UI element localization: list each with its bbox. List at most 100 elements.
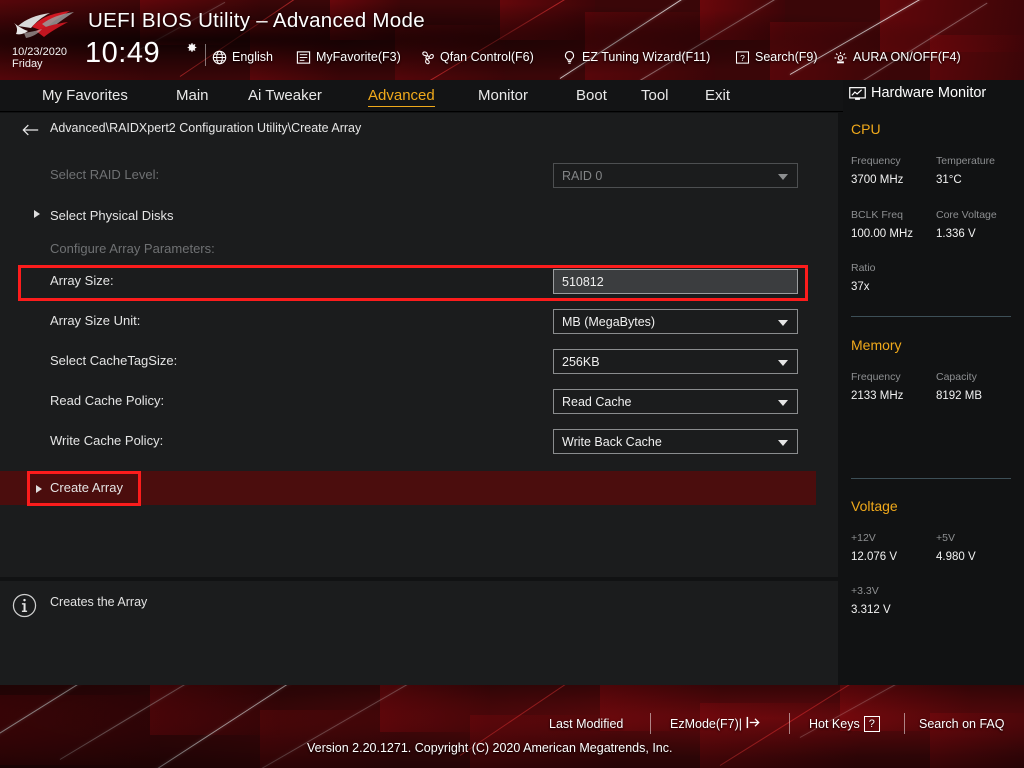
hw-value-12v: 12.076 V [851, 551, 897, 563]
row-select-cachetagsize[interactable]: Select CacheTagSize: 256KB [0, 344, 838, 380]
footer-label: Hot Keys [809, 717, 860, 731]
array-size-unit-dropdown[interactable]: MB (MegaBytes) [553, 309, 798, 334]
exit-arrow-icon [746, 716, 761, 732]
footer-search-on-faq[interactable]: Search on FAQ [919, 714, 1004, 734]
footer-ezmode[interactable]: EzMode(F7)| [670, 714, 761, 734]
row-label: Configure Array Parameters: [50, 241, 215, 256]
select-raid-level-dropdown[interactable]: RAID 0 [553, 163, 798, 188]
hw-key-core-voltage: Core Voltage [936, 209, 997, 221]
hw-key-5v: +5V [936, 532, 955, 544]
dropdown-value: Write Back Cache [562, 435, 662, 449]
tab-exit[interactable]: Exit [705, 80, 730, 112]
dropdown-value: MB (MegaBytes) [562, 315, 655, 329]
back-arrow-icon[interactable] [22, 122, 40, 138]
hw-key-mem-capacity: Capacity [936, 371, 977, 383]
date-display: 10/23/2020 Friday [12, 46, 67, 70]
row-label: Array Size Unit: [50, 313, 140, 328]
hw-key-mem-frequency: Frequency [851, 371, 901, 383]
hw-value-mem-capacity: 8192 MB [936, 390, 982, 402]
row-label: Select Physical Disks [50, 208, 174, 223]
tab-tool[interactable]: Tool [641, 80, 669, 112]
hardware-monitor-title: Hardware Monitor [849, 85, 986, 101]
help-panel: Creates the Array [0, 581, 838, 685]
tab-advanced[interactable]: Advanced [368, 80, 435, 112]
header-bar: UEFI BIOS Utility – Advanced Mode 10/23/… [0, 0, 1024, 80]
hardware-monitor-title-text: Hardware Monitor [871, 85, 986, 101]
hw-key-cpu-temperature: Temperature [936, 155, 995, 167]
dropdown-value: RAID 0 [562, 169, 602, 183]
chevron-down-icon [778, 400, 788, 406]
rog-logo [12, 10, 78, 40]
hw-section-cpu: CPU [851, 121, 881, 137]
array-size-input[interactable]: 510812 [553, 269, 798, 294]
row-create-array[interactable]: Create Array [0, 471, 838, 505]
header-item-search[interactable]: ? Search(F9) [735, 47, 818, 67]
header-item-english[interactable]: English [212, 47, 273, 67]
row-write-cache-policy[interactable]: Write Cache Policy: Write Back Cache [0, 424, 838, 460]
header-item-label: Search(F9) [755, 50, 818, 64]
row-array-size[interactable]: Array Size: 510812 [0, 264, 838, 300]
tab-main[interactable]: Main [176, 80, 209, 112]
date-text: 10/23/2020 [12, 46, 67, 58]
chevron-down-icon [778, 320, 788, 326]
version-text: Version 2.20.1271. Copyright (C) 2020 Am… [307, 741, 672, 755]
footer-divider [650, 713, 651, 734]
list-icon [296, 50, 311, 65]
breadcrumb-path: Advanced\RAIDXpert2 Configuration Utilit… [50, 121, 361, 135]
tab-monitor[interactable]: Monitor [478, 80, 528, 112]
breadcrumb: Advanced\RAIDXpert2 Configuration Utilit… [0, 113, 838, 147]
help-text: Creates the Array [50, 595, 147, 609]
bios-screen: UEFI BIOS Utility – Advanced Mode 10/23/… [0, 0, 1024, 768]
globe-icon [212, 50, 227, 65]
info-icon [12, 593, 37, 618]
read-cache-policy-dropdown[interactable]: Read Cache [553, 389, 798, 414]
footer-divider [789, 713, 790, 734]
svg-text:?: ? [740, 52, 745, 62]
header-item-aura[interactable]: AURA ON/OFF(F4) [833, 47, 961, 67]
footer-label: Search on FAQ [919, 717, 1004, 731]
hw-key-3-3v: +3.3V [851, 585, 879, 597]
tab-boot[interactable]: Boot [576, 80, 607, 112]
header-item-ez-tuning-wizard[interactable]: EZ Tuning Wizard(F11) [562, 47, 710, 67]
row-label: Select CacheTagSize: [50, 353, 177, 368]
weekday-text: Friday [12, 58, 67, 70]
hw-key-cpu-frequency: Frequency [851, 155, 901, 167]
footer-label: Last Modified [549, 717, 623, 731]
gear-icon[interactable] [185, 41, 198, 54]
header-item-label: MyFavorite(F3) [316, 50, 401, 64]
tab-ai-tweaker[interactable]: Ai Tweaker [248, 80, 322, 112]
hw-value-5v: 4.980 V [936, 551, 976, 563]
hw-divider [851, 316, 1011, 317]
hw-value-bclk-freq: 100.00 MHz [851, 228, 913, 240]
row-select-raid-level[interactable]: Select RAID Level: RAID 0 [0, 158, 838, 194]
write-cache-policy-dropdown[interactable]: Write Back Cache [553, 429, 798, 454]
header-item-qfan-control[interactable]: Qfan Control(F6) [420, 47, 534, 67]
dropdown-value: 256KB [562, 355, 600, 369]
clock-time: 10:49 [85, 38, 160, 68]
chevron-down-icon [778, 360, 788, 366]
dropdown-value: Read Cache [562, 395, 632, 409]
hw-key-ratio: Ratio [851, 262, 876, 274]
row-label: Read Cache Policy: [50, 393, 164, 408]
header-item-label: EZ Tuning Wizard(F11) [582, 50, 710, 64]
chevron-down-icon [778, 440, 788, 446]
row-label: Create Array [50, 480, 123, 495]
hw-value-cpu-frequency: 3700 MHz [851, 174, 903, 186]
cachetagsize-dropdown[interactable]: 256KB [553, 349, 798, 374]
row-configure-array-parameters: Configure Array Parameters: [0, 232, 838, 268]
row-array-size-unit[interactable]: Array Size Unit: MB (MegaBytes) [0, 304, 838, 340]
hw-value-mem-frequency: 2133 MHz [851, 390, 903, 402]
header-item-myfavorite[interactable]: MyFavorite(F3) [296, 47, 401, 67]
footer-last-modified[interactable]: Last Modified [549, 714, 623, 734]
question-key-icon: ? [864, 716, 880, 732]
row-select-physical-disks[interactable]: Select Physical Disks [0, 199, 838, 235]
tab-my-favorites[interactable]: My Favorites [42, 80, 128, 112]
header-item-label: AURA ON/OFF(F4) [853, 50, 961, 64]
fan-icon [420, 50, 435, 65]
settings-panel: Select RAID Level: RAID 0 Select Physica… [0, 147, 838, 577]
hw-value-core-voltage: 1.336 V [936, 228, 976, 240]
footer-hot-keys[interactable]: Hot Keys ? [809, 714, 880, 734]
row-read-cache-policy[interactable]: Read Cache Policy: Read Cache [0, 384, 838, 420]
hw-key-bclk-freq: BCLK Freq [851, 209, 903, 221]
monitor-icon [849, 87, 865, 100]
